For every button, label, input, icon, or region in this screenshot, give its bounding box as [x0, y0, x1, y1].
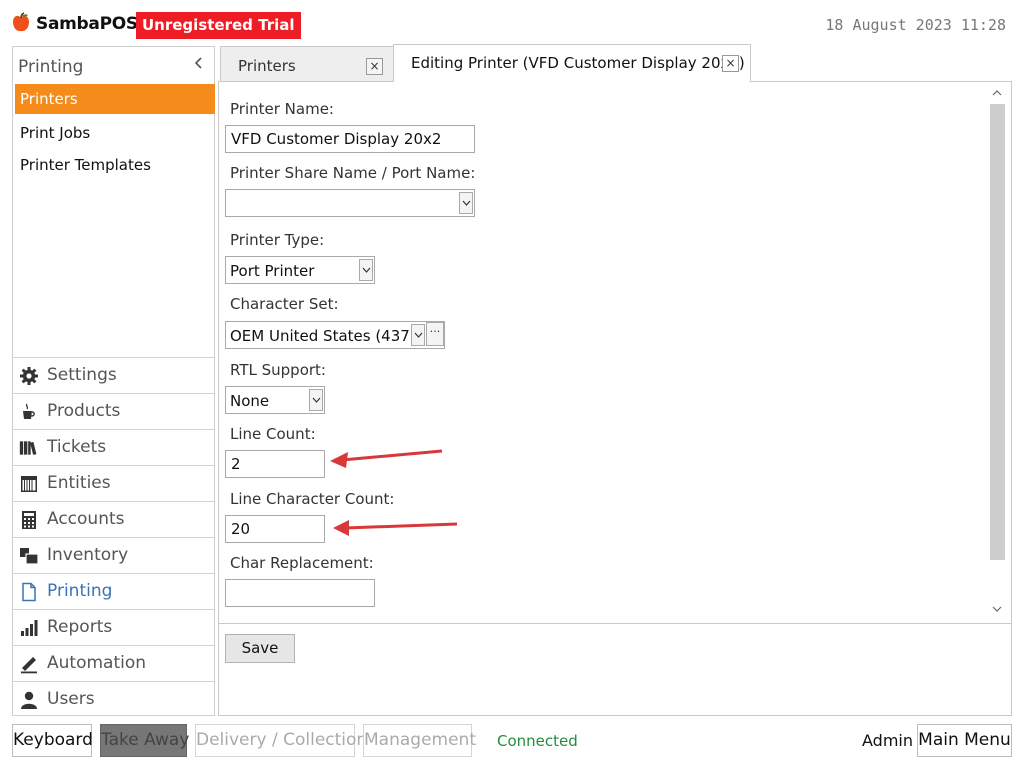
module-settings[interactable]: Settings: [13, 357, 214, 393]
gear-icon: [20, 367, 38, 385]
calculator-icon: [22, 511, 36, 529]
tab-label: Editing Printer (VFD Customer Display 20…: [411, 54, 745, 72]
user-icon: [21, 691, 37, 709]
line-char-count-input[interactable]: [225, 515, 325, 543]
connection-status: Connected: [497, 732, 578, 750]
books-icon: [19, 441, 37, 455]
sidebar-item-print-jobs[interactable]: Print Jobs: [15, 118, 215, 148]
character-set-value: OEM United States (437): [230, 327, 416, 345]
module-label: Inventory: [47, 545, 129, 565]
module-label: Accounts: [47, 509, 125, 529]
table-icon: [21, 476, 37, 492]
line-char-count-label: Line Character Count:: [230, 490, 395, 508]
datetime: 18 August 2023 11:28: [825, 16, 1006, 34]
apple-logo-icon: [13, 12, 29, 32]
rtl-support-label: RTL Support:: [230, 361, 326, 379]
tab-printers[interactable]: Printers ×: [220, 46, 394, 81]
line-count-input[interactable]: [225, 450, 325, 478]
vertical-scrollbar[interactable]: [989, 88, 1005, 616]
module-label: Printing: [47, 581, 113, 601]
scroll-up-icon[interactable]: [991, 88, 1003, 100]
document-icon: [22, 582, 36, 602]
tab-editing-printer[interactable]: Editing Printer (VFD Customer Display 20…: [393, 44, 751, 82]
character-set-label: Character Set:: [230, 295, 339, 313]
module-users[interactable]: Users: [13, 681, 214, 717]
document-tabs: Printers × Editing Printer (VFD Customer…: [218, 44, 1012, 82]
share-name-label: Printer Share Name / Port Name:: [230, 164, 476, 182]
boxes-icon: [20, 548, 39, 565]
keyboard-button[interactable]: Keyboard: [12, 724, 93, 757]
tab-label: Printers: [238, 57, 296, 75]
bar-chart-icon: [21, 620, 38, 636]
management-button[interactable]: Management: [363, 724, 476, 757]
sidebar-header: Printing: [13, 47, 214, 83]
module-label: Tickets: [47, 437, 107, 457]
module-inventory[interactable]: Inventory: [13, 537, 214, 573]
module-reports[interactable]: Reports: [13, 609, 214, 645]
module-list: Settings Products Tickets Entities Accou…: [13, 357, 214, 717]
chevron-down-icon[interactable]: [309, 389, 323, 411]
char-replacement-label: Char Replacement:: [230, 554, 374, 572]
module-products[interactable]: Products: [13, 393, 214, 429]
annotation-arrow-line-count: [330, 449, 443, 468]
scrollbar-thumb[interactable]: [990, 104, 1005, 560]
more-options-button[interactable]: ···: [426, 322, 444, 346]
brand-name: SambaPOS: [36, 14, 138, 34]
save-button[interactable]: Save: [225, 634, 295, 663]
printer-form: Printer Name: Printer Share Name / Port …: [219, 82, 989, 622]
sidebar-item-printers[interactable]: Printers: [15, 84, 215, 114]
sidebar: Printing Printers Print Jobs Printer Tem…: [12, 46, 215, 716]
printer-name-label: Printer Name:: [230, 100, 334, 118]
main-menu-button[interactable]: Main Menu: [917, 724, 1012, 757]
module-label: Users: [47, 689, 95, 709]
scroll-down-icon[interactable]: [991, 604, 1003, 616]
close-icon[interactable]: ×: [722, 55, 739, 72]
take-away-button[interactable]: Take Away: [100, 724, 189, 757]
rtl-support-select[interactable]: None: [225, 386, 325, 414]
annotation-arrow-line-char-count: [333, 520, 458, 536]
module-printing[interactable]: Printing: [13, 573, 214, 609]
editor-panel: Printer Name: Printer Share Name / Port …: [218, 81, 1012, 716]
printer-name-input[interactable]: [225, 125, 475, 153]
wand-icon: [21, 657, 37, 674]
delivery-collection-button[interactable]: Delivery / Collection: [195, 724, 367, 757]
printer-type-label: Printer Type:: [230, 231, 325, 249]
chevron-left-icon[interactable]: [192, 57, 206, 73]
sidebar-title: Printing: [18, 57, 84, 77]
chevron-down-icon[interactable]: [459, 192, 473, 214]
printer-type-value: Port Printer: [230, 262, 315, 280]
char-replacement-input[interactable]: [225, 579, 375, 607]
module-tickets[interactable]: Tickets: [13, 429, 214, 465]
module-accounts[interactable]: Accounts: [13, 501, 214, 537]
module-automation[interactable]: Automation: [13, 645, 214, 681]
rtl-support-value: None: [230, 392, 270, 410]
module-label: Automation: [47, 653, 147, 673]
current-user: Admin: [862, 731, 913, 750]
character-set-select[interactable]: OEM United States (437) ···: [225, 321, 445, 349]
printer-type-select[interactable]: Port Printer: [225, 256, 375, 284]
share-name-combobox[interactable]: [225, 189, 475, 217]
close-icon[interactable]: ×: [366, 58, 383, 75]
module-label: Entities: [47, 473, 111, 493]
module-label: Products: [47, 401, 121, 421]
app-header: SambaPOS Unregistered Trial 18 August 20…: [0, 0, 1024, 44]
module-label: Settings: [47, 365, 117, 385]
module-label: Reports: [47, 617, 113, 637]
sidebar-item-printer-templates[interactable]: Printer Templates: [15, 150, 215, 180]
chevron-down-icon[interactable]: [359, 259, 373, 281]
divider: [219, 623, 1011, 624]
module-entities[interactable]: Entities: [13, 465, 214, 501]
trial-badge: Unregistered Trial: [136, 12, 301, 39]
coffee-cup-icon: [23, 403, 35, 419]
line-count-label: Line Count:: [230, 425, 316, 443]
chevron-down-icon[interactable]: [411, 324, 425, 346]
